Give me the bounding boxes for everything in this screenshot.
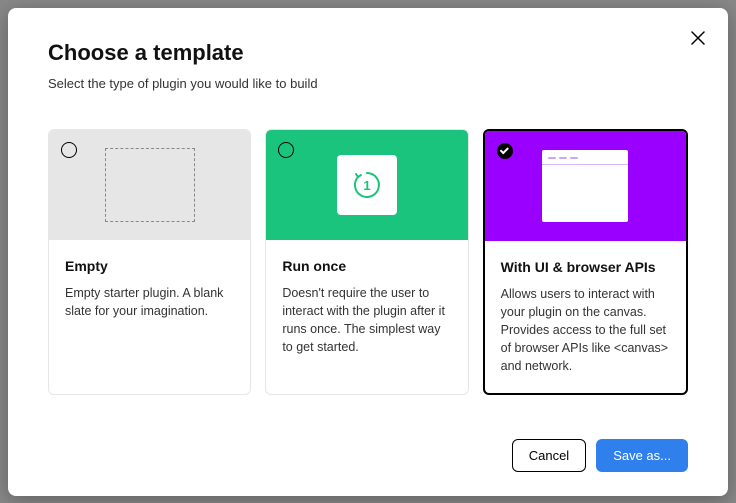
template-card-empty[interactable]: Empty Empty starter plugin. A blank slat… bbox=[48, 129, 251, 396]
template-preview-run: 1 bbox=[266, 130, 467, 240]
template-body: Run once Doesn't require the user to int… bbox=[266, 240, 467, 395]
template-preview-ui bbox=[485, 131, 686, 241]
template-preview-empty bbox=[49, 130, 250, 240]
close-button[interactable] bbox=[686, 26, 710, 50]
radio-icon bbox=[61, 142, 77, 158]
modal-title: Choose a template bbox=[48, 40, 688, 66]
run-once-icon: 1 bbox=[337, 155, 397, 215]
radio-icon bbox=[278, 142, 294, 158]
template-card-ui-browser[interactable]: With UI & browser APIs Allows users to i… bbox=[483, 129, 688, 396]
template-list: Empty Empty starter plugin. A blank slat… bbox=[48, 129, 688, 396]
template-body: With UI & browser APIs Allows users to i… bbox=[485, 241, 686, 394]
template-title: Run once bbox=[282, 258, 451, 274]
save-as-button[interactable]: Save as... bbox=[596, 439, 688, 472]
cancel-button[interactable]: Cancel bbox=[512, 439, 586, 472]
close-icon bbox=[691, 31, 705, 45]
modal-footer: Cancel Save as... bbox=[48, 419, 688, 472]
template-description: Doesn't require the user to interact wit… bbox=[282, 284, 451, 357]
template-description: Allows users to interact with your plugi… bbox=[501, 285, 670, 376]
template-title: Empty bbox=[65, 258, 234, 274]
browser-window-icon bbox=[542, 150, 628, 222]
modal-subtitle: Select the type of plugin you would like… bbox=[48, 76, 688, 91]
template-card-run-once[interactable]: 1 Run once Doesn't require the user to i… bbox=[265, 129, 468, 396]
radio-selected-icon bbox=[497, 143, 513, 159]
svg-text:1: 1 bbox=[363, 178, 370, 193]
template-body: Empty Empty starter plugin. A blank slat… bbox=[49, 240, 250, 395]
empty-placeholder-icon bbox=[105, 148, 195, 222]
template-modal: Choose a template Select the type of plu… bbox=[8, 8, 728, 496]
template-title: With UI & browser APIs bbox=[501, 259, 670, 275]
template-description: Empty starter plugin. A blank slate for … bbox=[65, 284, 234, 320]
